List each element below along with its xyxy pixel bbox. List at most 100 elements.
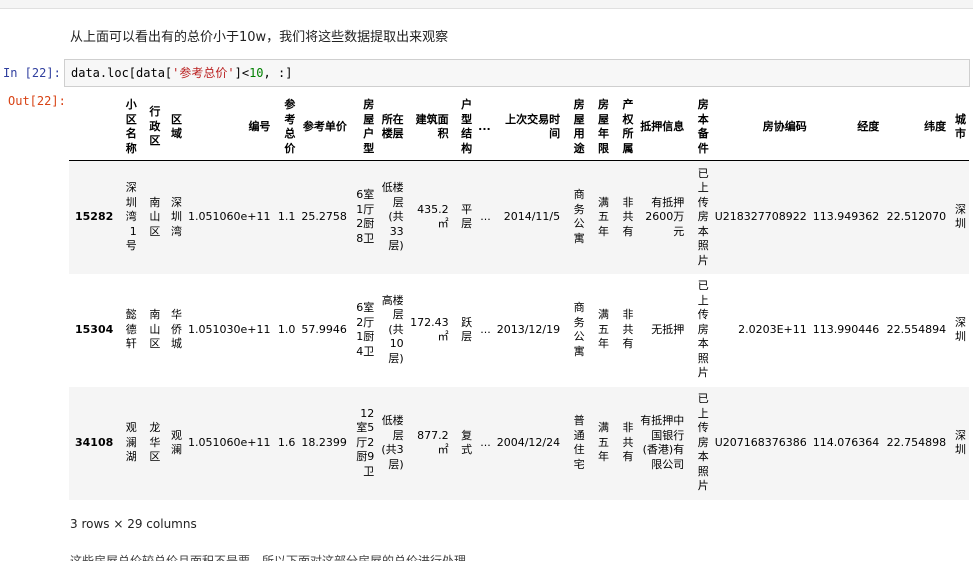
column-header: 上次交易时间 xyxy=(493,94,564,161)
table-cell: 114.076364 xyxy=(812,435,880,449)
column-header: 房协编码 xyxy=(711,94,810,161)
previous-cell-edge xyxy=(0,0,973,9)
code-input-cell[interactable]: data.loc[data['参考总价']<10, :] xyxy=(64,59,970,87)
table-cell: 满五年 xyxy=(598,195,610,238)
table-cell: 2014/11/5 xyxy=(503,210,561,223)
row-index: 15282 xyxy=(75,210,114,223)
column-header: 所在楼层 xyxy=(377,94,407,161)
table-cell: 57.9946 xyxy=(301,322,347,336)
table-cell: 22.754898 xyxy=(886,435,947,449)
column-header: 户型结构 xyxy=(451,94,476,161)
table-cell: 满五年 xyxy=(598,308,610,351)
column-header: 经度 xyxy=(809,94,883,161)
column-header: 纬度 xyxy=(882,94,950,161)
table-cell: 1.051060e+11 xyxy=(187,435,271,449)
column-header: 房屋户型 xyxy=(349,94,378,161)
table-cell: 深圳湾1号 xyxy=(125,181,137,252)
table-cell: 1.0 xyxy=(277,322,296,336)
column-header: 房屋年限 xyxy=(587,94,613,161)
table-cell: 12室5厅2厨9卫 xyxy=(356,406,375,478)
table-cell: 商务公寓 xyxy=(573,188,585,245)
table-footer: 3 rows × 29 columns xyxy=(70,517,197,531)
row-index: 34108 xyxy=(75,435,114,449)
table-cell: 有抵押中国银行(香港)有限公司 xyxy=(640,414,685,471)
table-header-row: 小区名称 行政区 区域 编号 参考总价 参考单价 房屋户型 所在楼层 建筑面积 户型结构... 上次… xyxy=(69,94,969,161)
column-header: 区域 xyxy=(163,94,185,161)
table-cell: 已上传房本照片 xyxy=(697,392,709,493)
table-cell: 113.949362 xyxy=(812,210,880,223)
table-cell: ... xyxy=(480,322,491,336)
table-cell: 非共有 xyxy=(622,308,634,351)
table-cell: 深圳 xyxy=(955,315,966,344)
table-cell: 平层 xyxy=(461,202,473,231)
table-cell: 南山区 xyxy=(149,195,161,238)
table-cell: 满五年 xyxy=(598,421,610,464)
table-cell: 1.6 xyxy=(277,435,296,449)
table-cell: 商务公寓 xyxy=(573,301,585,358)
table-cell: 有抵押2600万元 xyxy=(645,195,685,238)
table-cell: 普通住宅 xyxy=(573,414,585,471)
table-cell: 18.2399 xyxy=(301,435,347,449)
column-header: 行政区 xyxy=(139,94,164,161)
column-header: 房屋用途 xyxy=(563,94,588,161)
table-cell: 已上传房本照片 xyxy=(697,279,709,380)
table-cell: 25.2758 xyxy=(301,210,347,223)
table-cell: 22.554894 xyxy=(886,322,947,336)
table-cell: 2.0203E+11 xyxy=(738,322,807,336)
table-cell: 113.990446 xyxy=(812,322,880,336)
table-cell: 6室2厅1厨4卫 xyxy=(356,301,375,358)
table-cell: 南山区 xyxy=(149,308,161,351)
table-cell: 6室1厅2厨8卫 xyxy=(356,188,375,245)
code-part: data.loc[data[ xyxy=(71,66,173,80)
table-row: 15304 懿德轩 南山区 华侨城 1.051030e+11 1.0 57.9946 6室2厅… xyxy=(69,274,969,387)
column-header: 房本备件 xyxy=(687,94,712,161)
table-cell: ... xyxy=(480,210,491,223)
dataframe-table: 小区名称 行政区 区域 编号 参考总价 参考单价 房屋户型 所在楼层 建筑面积 户型结构... 上次… xyxy=(69,94,969,500)
table-cell: 观澜湖 xyxy=(125,421,137,464)
table-cell: 深圳湾 xyxy=(170,195,182,238)
table-cell: 1.1 xyxy=(277,210,296,223)
table-cell: 172.43㎡ xyxy=(410,315,449,344)
table-cell: 22.512070 xyxy=(886,210,947,223)
table-cell: 877.2㎡ xyxy=(417,428,449,457)
code-number: 10 xyxy=(249,66,264,80)
column-header: 抵押信息 xyxy=(636,94,688,161)
table-cell: 2013/12/19 xyxy=(496,322,561,336)
table-cell: U218327708922 xyxy=(714,210,807,223)
column-header: 城市 xyxy=(949,94,969,161)
column-header: 建筑面积 xyxy=(406,94,452,161)
table-cell: 2004/12/24 xyxy=(496,435,561,449)
table-cell: 跃层 xyxy=(461,315,473,344)
table-cell: 非共有 xyxy=(622,421,634,464)
code-op: ]< xyxy=(234,66,250,80)
row-index: 15304 xyxy=(75,322,114,336)
code-string: '参考总价' xyxy=(172,66,235,80)
table-cell: 已上传房本照片 xyxy=(697,166,709,267)
column-header: 参考单价 xyxy=(298,94,350,161)
table-cell: 龙华区 xyxy=(149,421,161,464)
markdown-cell-text: 从上面可以看出有的总价小于10w，我们将这些数据提取出来观察 xyxy=(70,30,449,45)
output-prompt: Out[22]: xyxy=(8,94,66,108)
table-cell: 低楼层(共33层) xyxy=(381,181,404,252)
column-header: 小区名称 xyxy=(116,94,140,161)
table-cell: 深圳 xyxy=(955,202,966,231)
table-cell: 非共有 xyxy=(622,195,634,238)
table-cell: 1.051060e+11 xyxy=(187,210,271,223)
markdown-cell-cutoff: 这些房屋总价较总价且面积不是要，所以下面对这部分房屋的总价进行处理 xyxy=(70,554,467,561)
table-row: 34108 观澜湖 龙华区 观澜 1.051060e+11 1.6 18.2399 12室5厅… xyxy=(69,386,969,500)
column-header: 参考总价 xyxy=(273,94,299,161)
table-cell: 低楼层(共3层) xyxy=(381,414,404,471)
dataframe-output: 小区名称 行政区 区域 编号 参考总价 参考单价 房屋户型 所在楼层 建筑面积 户型结构... 上次… xyxy=(69,94,969,500)
table-row: 15282 深圳湾1号 南山区 深圳湾 1.051060e+11 1.1 25.2758 6室… xyxy=(69,160,969,274)
table-cell: 观澜 xyxy=(170,428,182,457)
input-prompt: In [22]: xyxy=(3,66,61,80)
column-header: 编号 xyxy=(184,94,274,161)
table-cell: 深圳 xyxy=(955,428,966,457)
table-cell: 高楼层(共10层) xyxy=(381,293,404,365)
table-cell: 复式 xyxy=(461,428,473,457)
code-part-end: , :] xyxy=(263,66,293,80)
table-cell: 435.2㎡ xyxy=(417,202,449,231)
table-cell: ... xyxy=(480,435,491,449)
table-cell: 华侨城 xyxy=(170,308,182,351)
table-cell: 懿德轩 xyxy=(125,308,137,351)
